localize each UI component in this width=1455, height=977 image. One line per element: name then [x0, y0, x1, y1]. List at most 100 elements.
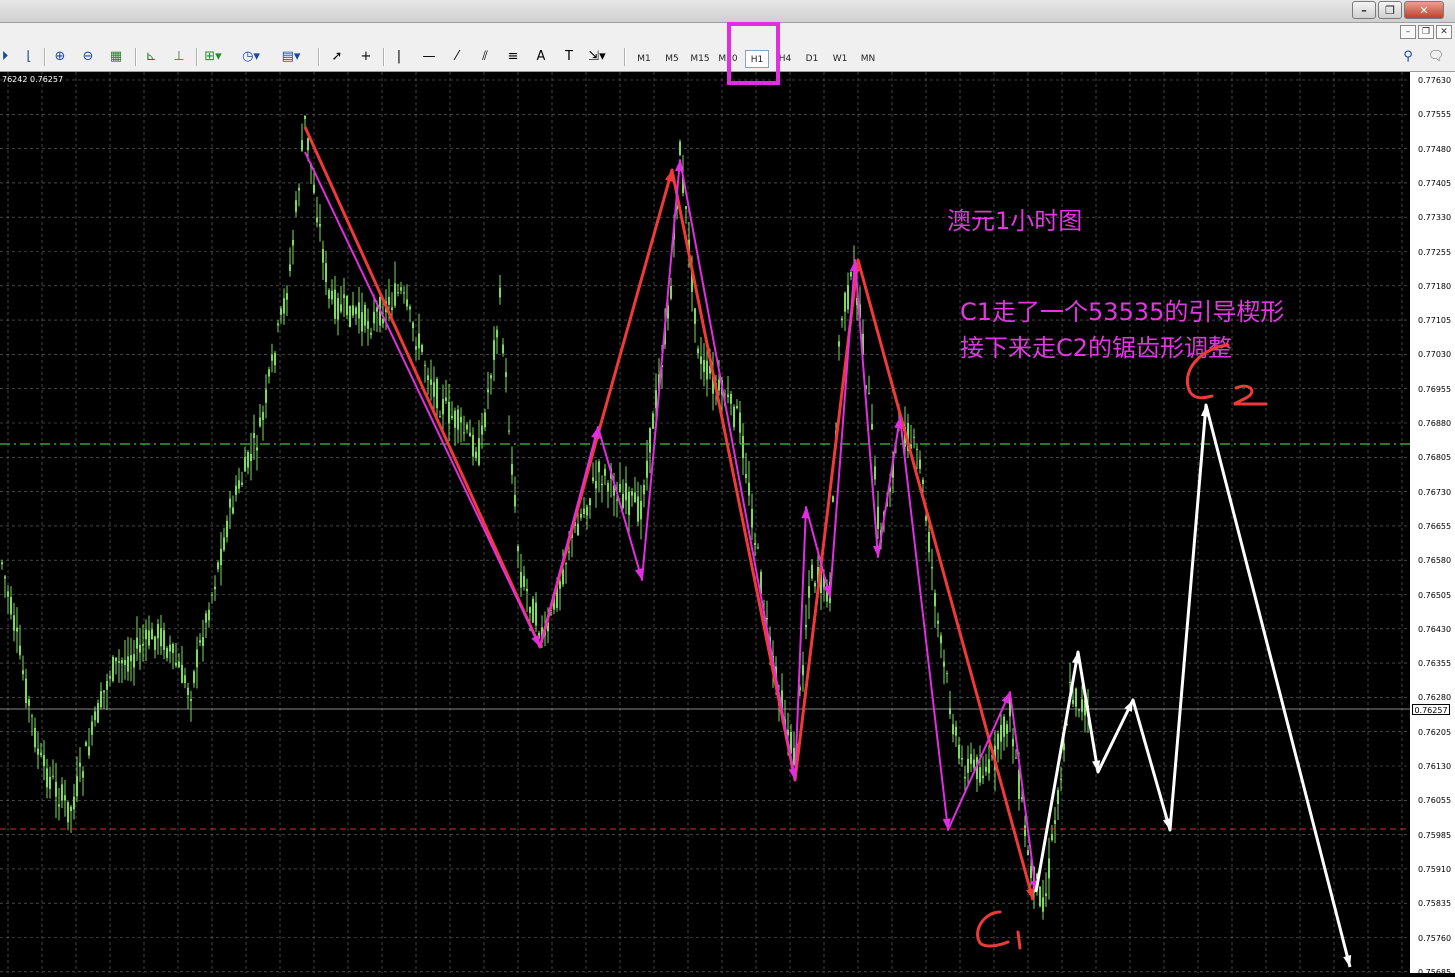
- tile-icon[interactable]: ▦: [105, 46, 127, 68]
- candle-body: [1078, 709, 1080, 711]
- price-tick: 0.76205: [1418, 727, 1452, 737]
- price-tick: 0.75835: [1418, 899, 1452, 909]
- zoom-in-icon[interactable]: ⊕: [49, 46, 71, 68]
- price-tick: 0.75910: [1418, 864, 1452, 874]
- candle-body: [208, 609, 210, 621]
- candle-body: [214, 586, 216, 590]
- candle-body: [448, 401, 450, 424]
- candle-body: [988, 759, 990, 774]
- candle-body: [748, 482, 750, 496]
- chat-icon[interactable]: 🗨: [1425, 46, 1447, 68]
- candle-body: [733, 406, 735, 428]
- arrow-icon[interactable]: ⇲▾: [586, 46, 608, 68]
- candle-body: [73, 796, 75, 810]
- candle-body: [454, 410, 456, 428]
- candle-body: [532, 598, 534, 623]
- candle-body: [520, 571, 522, 588]
- candle-body: [868, 392, 870, 394]
- candle-body: [325, 263, 327, 283]
- candle-body: [370, 332, 372, 336]
- channel-icon[interactable]: ⫽: [474, 46, 496, 68]
- horizontal-line-icon[interactable]: —: [418, 46, 440, 68]
- candle-body: [874, 466, 876, 480]
- candle-body: [205, 613, 207, 623]
- chart-type-icon[interactable]: ⌊: [18, 46, 40, 68]
- candle-body: [328, 290, 330, 299]
- candle-body: [367, 321, 369, 329]
- candle-body: [922, 479, 924, 484]
- text-icon[interactable]: A: [530, 46, 552, 68]
- line-chart-icon[interactable]: ⏵: [0, 46, 16, 68]
- vertical-line-icon[interactable]: |: [388, 46, 410, 68]
- candle-body: [442, 399, 444, 415]
- mdi-close-button[interactable]: ✕: [1436, 25, 1452, 39]
- candle-body: [43, 755, 45, 767]
- candle-body: [937, 620, 939, 624]
- autoscroll-icon[interactable]: ⊾: [140, 46, 162, 68]
- candle-body: [247, 451, 249, 468]
- maximize-button[interactable]: ❐: [1378, 1, 1402, 19]
- candle-body: [70, 806, 72, 812]
- cursor-icon[interactable]: ➚: [326, 46, 348, 68]
- price-tick: 0.76505: [1418, 590, 1452, 600]
- zoom-out-icon[interactable]: ⊖: [77, 46, 99, 68]
- fibo-icon[interactable]: ≡: [502, 46, 524, 68]
- candle-body: [805, 624, 807, 628]
- candle-body: [952, 724, 954, 735]
- candle-body: [1000, 725, 1002, 742]
- tf-w1[interactable]: W1: [829, 50, 851, 68]
- candle-body: [1057, 790, 1059, 805]
- search-icon[interactable]: ⚲: [1397, 46, 1419, 68]
- candle-body: [517, 546, 519, 552]
- mdi-minimize-button[interactable]: –: [1400, 25, 1416, 39]
- red-wave-line: [303, 126, 1035, 901]
- new-order-icon[interactable]: ⊞▾: [202, 46, 224, 68]
- candle-body: [142, 643, 144, 646]
- candle-body: [28, 699, 30, 706]
- candle-body: [46, 768, 48, 788]
- candle-body: [811, 564, 813, 579]
- candle-body: [130, 655, 132, 662]
- candle-body: [181, 664, 183, 683]
- candle-body: [364, 304, 366, 326]
- chart-shift-icon[interactable]: ⊥: [168, 46, 190, 68]
- candle-body: [169, 644, 171, 652]
- annotation-line2: 接下来走C2的锯齿形调整: [960, 334, 1233, 362]
- tf-m5[interactable]: M5: [661, 50, 683, 68]
- candle-body: [505, 372, 507, 377]
- tf-m15[interactable]: M15: [688, 50, 712, 68]
- candle-body: [802, 665, 804, 676]
- mdi-restore-button[interactable]: ❐: [1418, 25, 1434, 39]
- crosshair-icon[interactable]: +: [355, 46, 377, 68]
- template-icon[interactable]: ▤▾: [280, 46, 302, 68]
- candle-body: [1027, 850, 1029, 856]
- candle-body: [1, 562, 3, 565]
- candle-body: [634, 492, 636, 503]
- label-icon[interactable]: T: [558, 46, 580, 68]
- tf-mn[interactable]: MN: [856, 50, 880, 68]
- candle-body: [703, 360, 705, 372]
- price-tick: 0.77255: [1418, 247, 1452, 257]
- minimize-button[interactable]: –: [1352, 1, 1376, 19]
- candle-body: [730, 394, 732, 404]
- candle-body: [1030, 865, 1032, 878]
- candle-body: [238, 480, 240, 489]
- close-button[interactable]: ✕: [1404, 1, 1444, 19]
- candle-body: [97, 703, 99, 723]
- clock-icon[interactable]: ◷▾: [240, 46, 262, 68]
- candle-body: [409, 306, 411, 310]
- candle-body: [973, 759, 975, 768]
- candle-body: [427, 375, 429, 381]
- candle-body: [955, 726, 957, 736]
- candle-body: [943, 661, 945, 667]
- tf-m1[interactable]: M1: [633, 50, 655, 68]
- trendline-icon[interactable]: ⁄: [446, 46, 468, 68]
- candle-body: [970, 754, 972, 764]
- price-chart[interactable]: [0, 72, 1410, 973]
- candle-body: [244, 457, 246, 472]
- candle-body: [22, 670, 24, 675]
- candle-body: [475, 451, 477, 459]
- price-tick: 0.76130: [1418, 762, 1452, 771]
- tf-d1[interactable]: D1: [801, 50, 823, 68]
- candle-body: [34, 727, 36, 748]
